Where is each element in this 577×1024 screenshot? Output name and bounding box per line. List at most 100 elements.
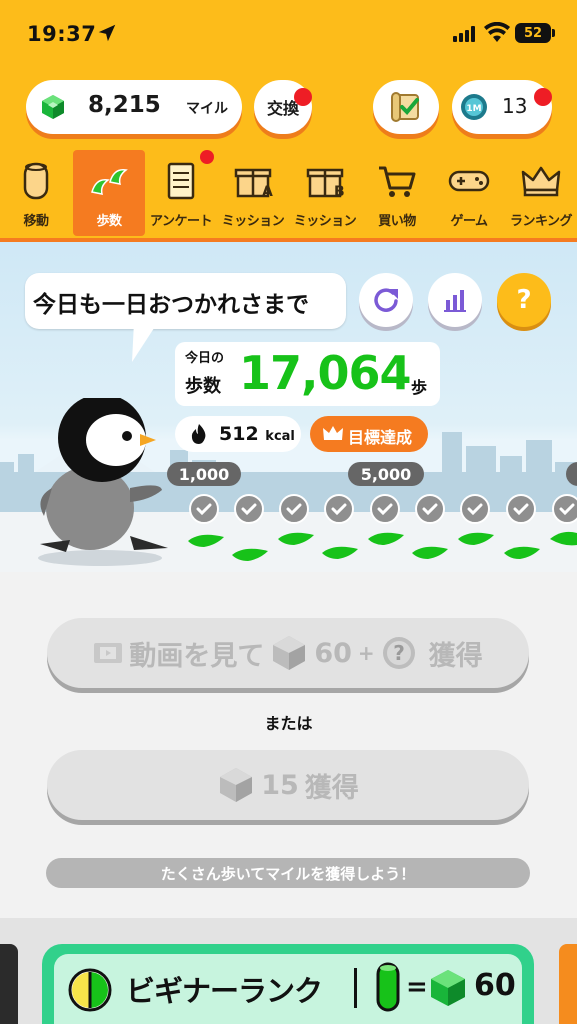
svg-text:B: B (334, 184, 345, 200)
gift-b-icon: B (306, 168, 345, 200)
stats-button[interactable] (428, 273, 482, 327)
milestone-label: 5,000 (348, 462, 424, 486)
refresh-button[interactable] (359, 273, 413, 327)
status-time: 19:37 (27, 22, 97, 46)
speech-text: 今日も一日おつかれさまで (33, 292, 309, 318)
rank-card[interactable]: ビギナーランク = 60 (42, 944, 534, 1024)
rank-separator (354, 968, 357, 1008)
status-bar: 19:37 52 (0, 0, 577, 64)
next-card-peek[interactable] (559, 944, 577, 1024)
green-gem-icon (431, 970, 465, 1006)
rank-label: ビギナーランク (126, 974, 323, 1008)
cellular-signal-icon (453, 26, 475, 42)
svg-text:A: A (262, 184, 273, 200)
earn-amount: 15 (261, 769, 299, 801)
watch-suffix: 獲得 (428, 640, 483, 672)
nav-item-mission-a[interactable]: A ミッション (217, 150, 289, 236)
or-label: または (264, 714, 313, 733)
battery-icon: 52 (515, 23, 555, 43)
nav-label: ミッション (293, 214, 357, 229)
earn-suffix: 獲得 (304, 772, 359, 804)
nav-label: 買い物 (378, 214, 416, 229)
clipboard-icon (167, 162, 195, 200)
svg-text:?: ? (393, 641, 405, 665)
help-button[interactable]: ? (497, 273, 551, 327)
green-tube-icon (376, 962, 400, 1012)
svg-text:1M: 1M (466, 104, 481, 114)
nav-label: 移動 (23, 214, 49, 229)
watch-plus: + (357, 641, 375, 665)
gray-gem-icon (220, 768, 253, 802)
speech-bubble-tail (132, 322, 158, 362)
crown-icon (323, 426, 343, 440)
speech-bubble: 今日も一日おつかれさまで (25, 273, 346, 329)
kcal-value: 512 kcal (219, 423, 295, 445)
watch-video-button[interactable]: 動画を見て 60 + ? 獲得 (47, 618, 529, 688)
wifi-icon (484, 22, 510, 42)
nav-label: 歩数 (96, 214, 122, 229)
battery-level: 52 (523, 25, 543, 41)
nav-item-game[interactable]: ゲーム (433, 150, 505, 236)
rank-card-inner: ビギナーランク = 60 (54, 954, 522, 1024)
scroll-check-icon (391, 92, 419, 122)
steps-unit: 歩 (411, 378, 428, 397)
steps-caption-line2: 歩数 (185, 376, 221, 397)
step-check-icon (324, 494, 354, 524)
footprints-icon (91, 169, 128, 195)
question-mark-icon: ? (516, 285, 532, 315)
penguin-mascot-illustration (38, 398, 168, 566)
nav-item-move[interactable]: 移動 (0, 150, 72, 236)
prev-card-peek[interactable] (0, 944, 18, 1024)
step-check-icon (234, 494, 264, 524)
nav-item-steps[interactable]: 歩数 (73, 150, 145, 236)
mystery-coin-icon: ? (382, 637, 415, 669)
app-header: 19:37 52 8,215 マイル 交換 1M 13 移動 歩数 アンケート … (0, 0, 577, 242)
steps-caption-line1: 今日の (185, 351, 225, 366)
gift-a-icon: A (234, 168, 273, 200)
step-check-icon (552, 494, 577, 524)
survey-notification-dot (200, 150, 214, 164)
nav-item-ranking[interactable]: ランキング (505, 150, 577, 236)
step-check-icon (189, 494, 219, 524)
nav-item-shopping[interactable]: 買い物 (361, 150, 433, 236)
tube-icon (23, 162, 49, 200)
step-check-icon (506, 494, 536, 524)
step-check-icon (279, 494, 309, 524)
earn-button[interactable]: 15 獲得 (47, 750, 529, 820)
gray-gem-icon (273, 636, 306, 670)
refresh-icon (374, 288, 398, 312)
miles-value: 8,215 (88, 92, 161, 118)
step-check-icon (415, 494, 445, 524)
nav-item-mission-b[interactable]: B ミッション (289, 150, 361, 236)
exchange-notification-dot (294, 88, 312, 106)
crown-icon (521, 166, 561, 197)
footprints-trail (188, 531, 577, 561)
today-steps-card: 今日の 歩数 17,064 歩 (175, 342, 440, 406)
cart-icon (379, 166, 416, 197)
nav-label: ゲーム (450, 214, 488, 229)
nav-label: アンケート (150, 214, 212, 229)
watch-amount: 60 (314, 637, 352, 669)
rank-equals: = (406, 972, 428, 1002)
bar-chart-icon (444, 290, 466, 312)
miles-balance[interactable]: 8,215 マイル (26, 80, 242, 134)
ticket-notification-dot (534, 88, 552, 106)
watch-label: 動画を見て (129, 640, 265, 672)
beginner-mark-icon (68, 968, 112, 1012)
hint-banner: たくさん歩いてマイルを獲得しよう！ (46, 858, 530, 888)
milestone-label: 1,000 (167, 462, 241, 486)
step-check-icon (370, 494, 400, 524)
nav-label: ミッション (221, 214, 285, 229)
kcal-unit: kcal (265, 429, 295, 444)
ticket-count: 13 (502, 94, 528, 118)
steps-value: 17,064 (239, 346, 412, 400)
flame-icon (191, 424, 206, 444)
gamepad-icon (448, 170, 490, 192)
nav-label: ランキング (509, 214, 573, 229)
ticket-coin-icon: 1M (461, 94, 487, 120)
goal-label: 目標達成 (348, 428, 413, 447)
rank-section: ビギナーランク = 60 (0, 918, 577, 1024)
calories-badge: 512 kcal (175, 416, 301, 452)
bonus-scroll-button[interactable] (373, 80, 439, 134)
ticket-balance[interactable]: 1M 13 (452, 80, 552, 134)
